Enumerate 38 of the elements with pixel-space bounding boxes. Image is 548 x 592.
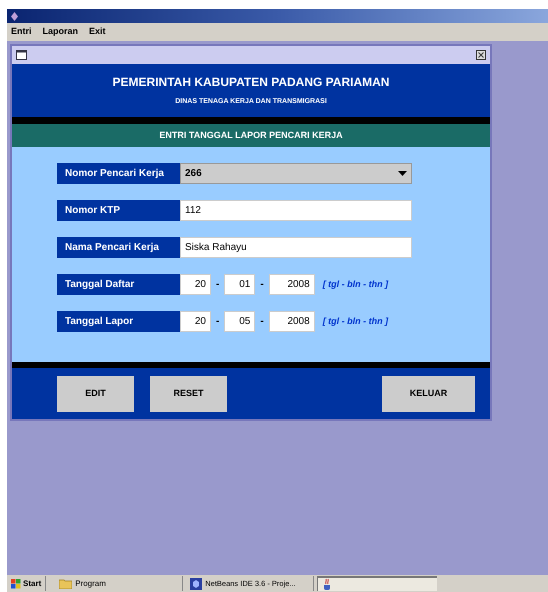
input-field[interactable]: Siska Rahayu bbox=[180, 237, 412, 258]
dropdown[interactable]: 266 bbox=[180, 163, 412, 184]
folder-icon bbox=[59, 578, 72, 589]
date-format-hint: [ tgl - bln - thn ] bbox=[322, 278, 388, 291]
cube-icon bbox=[190, 578, 202, 590]
close-icon[interactable] bbox=[476, 50, 486, 60]
date-separator: - bbox=[259, 278, 265, 292]
field-label: Tanggal Daftar bbox=[57, 274, 180, 295]
date-format-hint: [ tgl - bln - thn ] bbox=[322, 314, 388, 328]
field-label: Nomor KTP bbox=[57, 200, 180, 221]
action-button[interactable]: RESET bbox=[150, 376, 227, 412]
field-label: Tanggal Lapor bbox=[57, 311, 180, 332]
taskbar-item[interactable]: Program bbox=[55, 576, 184, 591]
date-field[interactable]: 20 bbox=[180, 274, 211, 295]
date-field[interactable]: 05 bbox=[224, 311, 256, 332]
field-label: Nomor Pencari Kerja bbox=[57, 163, 180, 184]
action-button[interactable]: KELUAR bbox=[382, 376, 475, 412]
window-icon bbox=[16, 50, 27, 60]
date-field[interactable]: 01 bbox=[224, 274, 256, 295]
form-title: PEMERINTAH KABUPATEN PADANG PARIAMAN bbox=[112, 74, 390, 92]
dropdown-arrow-icon bbox=[398, 171, 407, 176]
windows-logo-icon bbox=[11, 578, 21, 588]
date-separator: - bbox=[215, 315, 220, 329]
app-icon bbox=[11, 12, 18, 20]
action-button[interactable]: EDIT bbox=[57, 376, 134, 412]
input-field[interactable]: 112 bbox=[180, 200, 412, 221]
date-field[interactable]: 2008 bbox=[268, 274, 315, 295]
menu-item[interactable]: Entri bbox=[11, 25, 32, 39]
field-label: Nama Pencari Kerja bbox=[57, 237, 180, 258]
start-button[interactable]: Start bbox=[7, 576, 46, 591]
date-field[interactable]: 2008 bbox=[268, 311, 315, 332]
date-separator: - bbox=[215, 278, 220, 292]
date-field[interactable]: 20 bbox=[180, 311, 211, 332]
taskbar-item[interactable] bbox=[317, 576, 438, 591]
date-separator: - bbox=[259, 315, 265, 329]
menu-item[interactable]: Laporan bbox=[42, 25, 78, 39]
menu-item[interactable]: Exit bbox=[89, 25, 106, 39]
section-title: ENTRI TANGGAL LAPOR PENCARI KERJA bbox=[159, 128, 343, 142]
